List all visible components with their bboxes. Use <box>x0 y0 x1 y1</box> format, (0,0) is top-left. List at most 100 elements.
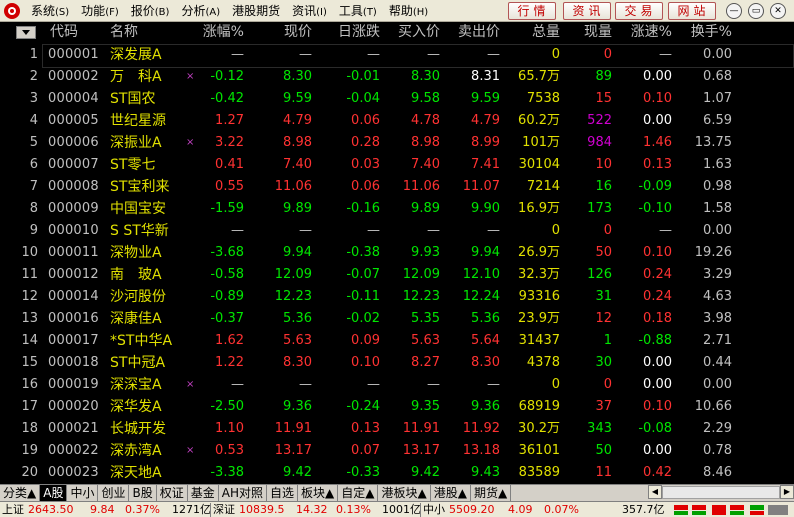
table-row[interactable]: 17 000020 深华发A -2.50 9.36 -0.24 9.35 9.36 68919 3… <box>0 396 794 418</box>
tab-scroll-left-icon[interactable]: ◀ <box>648 485 662 499</box>
table-row[interactable]: 20 000023 深天地A -3.38 9.42 -0.33 9.42 9.43 83589 1… <box>0 462 794 484</box>
market-breadth-icon <box>674 505 788 515</box>
tab-1[interactable]: A股 <box>40 485 68 501</box>
menu-item-0[interactable]: 系统(S) <box>25 0 75 22</box>
menu-item-4[interactable]: 港股期货 <box>226 0 286 22</box>
table-row[interactable]: 8 000009 中国宝安 -1.59 9.89 -0.16 9.89 9.90 16.9万 17… <box>0 198 794 220</box>
table-row[interactable]: 18 000021 长城开发 1.10 11.91 0.13 11.91 11.92 30.2万… <box>0 418 794 440</box>
menu-item-7[interactable]: 帮助(H) <box>383 0 434 22</box>
table-row[interactable]: 6 000007 ST零七 0.41 7.40 0.03 7.40 7.41 30104 10 0.… <box>0 154 794 176</box>
menu-item-1[interactable]: 功能(F) <box>75 0 125 22</box>
cell-buy: 9.42 <box>411 465 440 480</box>
menu-item-2[interactable]: 报价(B) <box>125 0 176 22</box>
cell-sell: 11.92 <box>462 421 500 436</box>
menu-item-shortcut: (I) <box>316 6 327 18</box>
table-row[interactable]: 19 000022 深赤湾A × 0.53 13.17 0.07 13.17 13.18 3610… <box>0 440 794 462</box>
cell-mark <box>186 396 196 418</box>
cell-vol: 93316 <box>518 289 560 304</box>
table-row[interactable]: 12 000014 沙河股份 -0.89 12.23 -0.11 12.23 12.24 933… <box>0 286 794 308</box>
tab-4[interactable]: B股 <box>129 485 157 501</box>
table-row[interactable]: 9 000010 S ST华新 — — — — — 0 0 — 0.00 <box>0 220 794 242</box>
tab-12[interactable]: 港股▲ <box>430 485 471 501</box>
col-volume[interactable]: 总量 <box>518 22 560 42</box>
cell-code: 000005 <box>48 113 99 128</box>
cell-cur: 50 <box>595 245 612 260</box>
cell-turn: 3.29 <box>703 267 732 282</box>
table-row[interactable]: 10 000011 深物业A -3.68 9.94 -0.38 9.93 9.94 26.9万 5… <box>0 242 794 264</box>
menu-item-shortcut: (F) <box>105 6 119 18</box>
menu-item-5[interactable]: 资讯(I) <box>286 0 333 22</box>
tab-7[interactable]: AH对照 <box>218 485 267 501</box>
col-name[interactable]: 名称 <box>110 22 138 42</box>
trade-button[interactable]: 交易 <box>615 2 663 20</box>
tab-11[interactable]: 港板块▲ <box>378 485 431 501</box>
col-pct[interactable]: 涨幅% <box>186 22 244 42</box>
col-change[interactable]: 日涨跌 <box>320 22 380 42</box>
table-row[interactable]: 3 000004 ST国农 -0.42 9.59 -0.04 9.58 9.59 7538 15 0… <box>0 88 794 110</box>
col-code[interactable]: 代码 <box>50 22 78 42</box>
quote-button[interactable]: 行情 <box>508 2 556 20</box>
cell-idx: 3 <box>29 91 38 106</box>
tab-13[interactable]: 期货▲ <box>470 485 512 501</box>
menu-item-3[interactable]: 分析(A) <box>175 0 226 22</box>
table-row[interactable]: 15 000018 ST中冠A 1.22 8.30 0.10 8.27 8.30 4378 30 0… <box>0 352 794 374</box>
cell-buy: 9.35 <box>411 399 440 414</box>
table-row[interactable]: 2 000002 万 科A × -0.12 8.30 -0.01 8.30 8.31 65.7万 8… <box>0 66 794 88</box>
cell-code: 000017 <box>48 333 99 348</box>
col-buy[interactable]: 买入价 <box>384 22 440 42</box>
col-sell[interactable]: 卖出价 <box>444 22 500 42</box>
table-row[interactable]: 16 000019 深深宝A × — — — — — 0 0 0.00 0.00 <box>0 374 794 396</box>
news-button[interactable]: 资讯 <box>563 2 611 20</box>
cell-pct: 1.62 <box>215 333 244 348</box>
sort-dropdown-icon[interactable] <box>16 26 36 39</box>
cell-name: 深康佳A <box>110 311 162 327</box>
menu-item-label: 港股期货 <box>232 3 281 18</box>
minimize-icon[interactable]: — <box>726 3 742 19</box>
table-row[interactable]: 5 000006 深振业A × 3.22 8.98 0.28 8.98 8.99 101万 984 1… <box>0 132 794 154</box>
cell-buy: 11.91 <box>402 421 440 436</box>
restore-icon[interactable]: ▭ <box>748 3 764 19</box>
col-current-volume[interactable]: 现量 <box>572 22 612 42</box>
table-row[interactable]: 11 000012 南 玻A -0.58 12.09 -0.07 12.09 12.10 32.… <box>0 264 794 286</box>
tab-9[interactable]: 板块▲ <box>298 485 339 501</box>
col-speed[interactable]: 涨速% <box>620 22 672 42</box>
cell-sell: — <box>487 377 500 392</box>
col-turnover[interactable]: 换手% <box>680 22 732 42</box>
cell-buy: 5.35 <box>411 311 440 326</box>
table-row[interactable]: 1 000001 深发展A — — — — — 0 0 — 0.00 <box>0 44 794 68</box>
cell-chg: 0.13 <box>351 421 380 436</box>
table-row[interactable]: 7 000008 ST宝利来 0.55 11.06 0.06 11.06 11.07 7214 1… <box>0 176 794 198</box>
cell-sell: — <box>487 47 500 62</box>
tab-10[interactable]: 自定▲ <box>338 485 379 501</box>
table-row[interactable]: 14 000017 *ST中华A 1.62 5.63 0.09 5.63 5.64 31437 1… <box>0 330 794 352</box>
tab-3[interactable]: 创业 <box>98 485 130 501</box>
cell-cur: 126 <box>587 267 612 282</box>
cell-turn: 3.98 <box>703 311 732 326</box>
tab-5[interactable]: 权证 <box>156 485 188 501</box>
tab-scrollbar[interactable] <box>662 486 780 499</box>
table-row[interactable]: 13 000016 深康佳A -0.37 5.36 -0.02 5.35 5.36 23.9万 1… <box>0 308 794 330</box>
cell-turn: 1.07 <box>703 91 732 106</box>
cell-vol: 0 <box>551 47 560 62</box>
cell-spd: 0.00 <box>643 69 672 84</box>
tab-0[interactable]: 分类▲ <box>0 485 41 501</box>
cell-code: 000016 <box>48 311 99 326</box>
cell-vol: 16.9万 <box>518 201 560 216</box>
tab-8[interactable]: 自选 <box>266 485 298 501</box>
col-price[interactable]: 现价 <box>262 22 312 42</box>
sh-label: 上证 <box>2 503 24 516</box>
cell-spd: 0.00 <box>643 443 672 458</box>
close-icon[interactable]: ✕ <box>770 3 786 19</box>
table-row[interactable]: 4 000005 世纪星源 1.27 4.79 0.06 4.78 4.79 60.2万 522 0… <box>0 110 794 132</box>
cell-buy: — <box>427 377 440 392</box>
cell-mark <box>186 110 196 132</box>
tab-scroll-right-icon[interactable]: ▶ <box>780 485 794 499</box>
cell-sell: 12.24 <box>462 289 500 304</box>
app-logo-icon[interactable] <box>3 2 21 20</box>
tab-6[interactable]: 基金 <box>187 485 219 501</box>
menu-item-6[interactable]: 工具(T) <box>333 0 383 22</box>
cell-price: 9.89 <box>283 201 312 216</box>
website-button[interactable]: 网站 <box>668 2 716 20</box>
tab-2[interactable]: 中小 <box>67 485 99 501</box>
cell-chg: -0.24 <box>346 399 380 414</box>
